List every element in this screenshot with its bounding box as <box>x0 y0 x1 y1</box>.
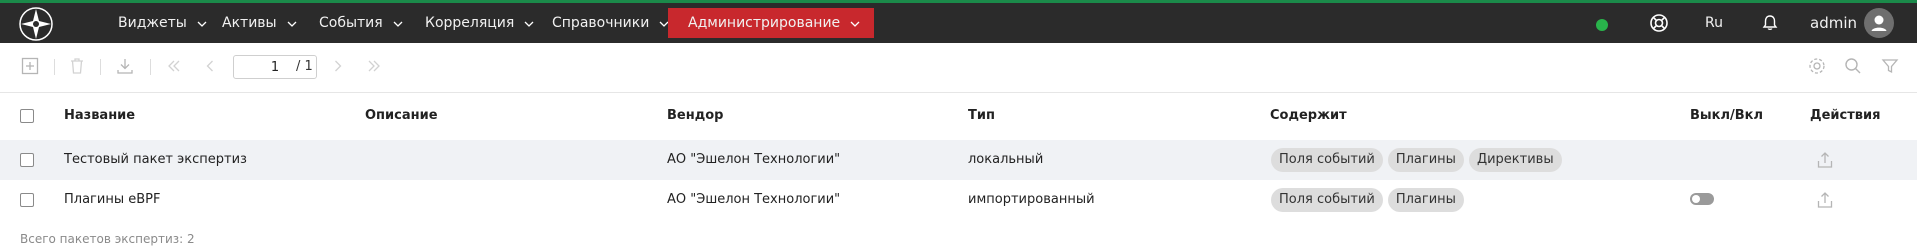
column-header-description[interactable]: Описание <box>365 108 438 123</box>
last-page-icon[interactable] <box>364 56 384 76</box>
table-toolbar: / 1 <box>0 43 1917 93</box>
contains-tag: Поля событий <box>1271 148 1383 172</box>
cell-vendor: АО "Эшелон Технологии" <box>667 192 841 207</box>
nav-widgets[interactable]: Виджеты <box>118 8 207 38</box>
cell-type: импортированный <box>968 192 1095 207</box>
first-page-icon[interactable] <box>164 56 184 76</box>
column-header-name[interactable]: Название <box>64 108 135 123</box>
chevron-down-icon <box>287 8 297 38</box>
user-avatar-icon[interactable] <box>1864 8 1894 38</box>
row-checkbox[interactable] <box>20 153 34 167</box>
toggle-knob <box>1692 195 1700 203</box>
export-icon[interactable] <box>1815 190 1835 210</box>
nav-events-label: События <box>319 15 383 31</box>
nav-assets[interactable]: Активы <box>222 8 297 38</box>
status-online-icon <box>1596 19 1608 31</box>
nav-correlation[interactable]: Корреляция <box>425 8 534 38</box>
next-page-icon[interactable] <box>328 56 348 76</box>
language-switcher[interactable]: Ru <box>1705 8 1723 38</box>
cell-type: локальный <box>968 152 1044 167</box>
toolbar-separator <box>150 59 151 75</box>
contains-tag: Плагины <box>1387 148 1464 172</box>
add-icon[interactable] <box>20 56 40 76</box>
cell-contains: Поля событий Плагины <box>1271 188 1464 212</box>
contains-tag: Поля событий <box>1271 188 1383 212</box>
column-header-vendor[interactable]: Вендор <box>667 108 723 123</box>
table-row[interactable]: Тестовый пакет экспертиз АО "Эшелон Техн… <box>0 140 1917 180</box>
chevron-down-icon <box>524 8 534 38</box>
filter-icon[interactable] <box>1880 56 1900 76</box>
download-icon[interactable] <box>115 56 135 76</box>
cell-name: Тестовый пакет экспертиз <box>64 152 247 167</box>
contains-tag: Плагины <box>1387 188 1464 212</box>
column-header-toggle[interactable]: Выкл/Вкл <box>1690 108 1763 123</box>
row-checkbox[interactable] <box>20 193 34 207</box>
select-all-checkbox[interactable] <box>20 109 34 123</box>
cell-name: Плагины eBPF <box>64 192 161 207</box>
search-icon[interactable] <box>1843 56 1863 76</box>
table-header: Название Описание Вендор Тип Содержит Вы… <box>0 96 1917 136</box>
enable-toggle[interactable] <box>1690 193 1714 205</box>
toolbar-separator <box>54 59 55 75</box>
app-logo-icon[interactable] <box>18 6 54 42</box>
toolbar-separator <box>100 59 101 75</box>
chevron-down-icon <box>850 8 860 38</box>
username[interactable]: admin <box>1810 8 1857 38</box>
export-icon[interactable] <box>1815 150 1835 170</box>
page-total: / 1 <box>296 59 313 74</box>
nav-references-label: Справочники <box>552 15 650 31</box>
cell-vendor: АО "Эшелон Технологии" <box>667 152 841 167</box>
settings-icon[interactable] <box>1807 56 1827 76</box>
contains-tag: Директивы <box>1468 148 1562 172</box>
nav-administration-label: Администрирование <box>688 15 841 31</box>
total-count: Всего пакетов экспертиз: 2 <box>20 232 195 246</box>
table-row[interactable]: Плагины eBPF АО "Эшелон Технологии" импо… <box>0 180 1917 220</box>
chevron-down-icon <box>197 8 207 38</box>
nav-references[interactable]: Справочники <box>552 8 669 38</box>
column-header-actions: Действия <box>1810 108 1881 123</box>
cell-contains: Поля событий Плагины Директивы <box>1271 148 1562 172</box>
column-header-type[interactable]: Тип <box>968 108 995 123</box>
nav-assets-label: Активы <box>222 15 277 31</box>
nav-correlation-label: Корреляция <box>425 15 515 31</box>
notifications-bell-icon[interactable] <box>1760 13 1780 33</box>
nav-widgets-label: Виджеты <box>118 15 187 31</box>
main-navbar: Виджеты Активы События Корреляция Справо… <box>0 3 1917 43</box>
delete-icon[interactable] <box>67 56 87 76</box>
prev-page-icon[interactable] <box>200 56 220 76</box>
nav-events[interactable]: События <box>319 8 403 38</box>
nav-administration[interactable]: Администрирование <box>668 8 875 38</box>
column-header-contains[interactable]: Содержит <box>1270 108 1347 123</box>
help-lifebuoy-icon[interactable] <box>1649 13 1669 33</box>
chevron-down-icon <box>393 8 403 38</box>
